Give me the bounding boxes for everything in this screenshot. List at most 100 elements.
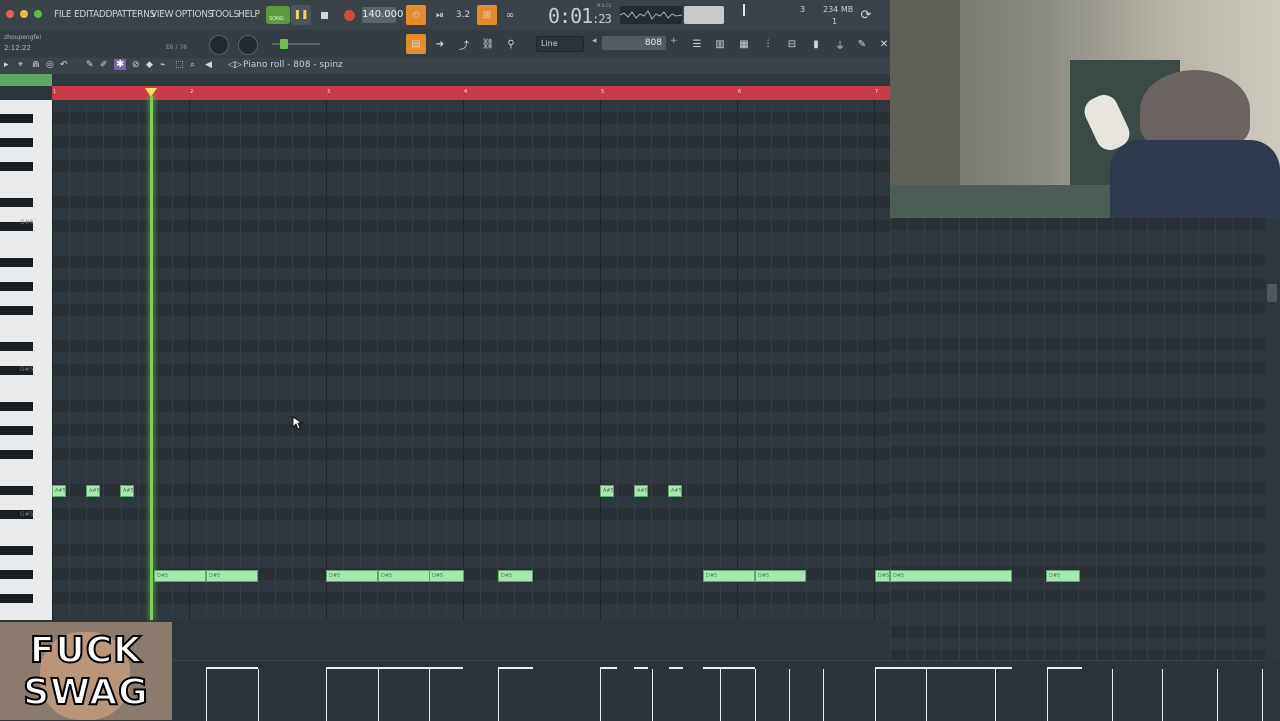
pattern-selector[interactable]: 808 (602, 36, 666, 50)
note[interactable]: A#5 (86, 485, 100, 497)
note-grid[interactable]: A#5 A#5 A#5 A#5 A#5 A#5 D#5 D#5 D#5 D#5 D#5 D#5 D#5 D… (52, 100, 890, 620)
velocity-bar[interactable] (378, 669, 379, 721)
velocity-bar[interactable] (789, 669, 790, 721)
black-key[interactable] (0, 342, 33, 351)
velocity-bar[interactable] (1217, 669, 1218, 721)
paint-drums-tool-icon[interactable]: ✱ (114, 59, 127, 70)
stamp-button[interactable]: ⚲ (501, 34, 521, 54)
note[interactable]: A#5 (634, 485, 648, 497)
menu-help[interactable]: HELP (238, 9, 260, 20)
note[interactable]: A#5 (668, 485, 682, 497)
wait-for-input-button[interactable]: ⏯ (430, 5, 450, 25)
master-slider-handle[interactable] (280, 39, 288, 49)
countdown-button[interactable]: 3.2 (453, 5, 473, 25)
black-key[interactable] (0, 198, 33, 207)
velocity-bar[interactable] (1162, 669, 1163, 721)
velocity-bar[interactable] (823, 669, 824, 721)
playback-tool-icon[interactable]: ◀ (205, 60, 212, 70)
metronome-button[interactable]: ⏲ (406, 5, 426, 25)
black-key[interactable] (0, 570, 33, 579)
black-key[interactable] (0, 402, 33, 411)
note[interactable]: D#5 (154, 570, 206, 582)
piano-roll-button[interactable]: ▦ (734, 34, 754, 54)
note[interactable]: D#5 (378, 570, 430, 582)
black-key[interactable] (0, 486, 33, 495)
black-key[interactable] (0, 258, 33, 267)
velocity-bar[interactable] (652, 669, 653, 721)
undo-icon[interactable]: ↶ (60, 60, 68, 70)
draw-tool-icon[interactable]: ✎ (86, 60, 94, 70)
song-mode-toggle[interactable]: SONG (266, 6, 290, 24)
timeline-ruler[interactable]: 1 2 3 4 5 6 7 (52, 86, 890, 101)
record-button[interactable] (339, 5, 359, 25)
speaker-icon[interactable]: ◁▷ (228, 60, 242, 70)
note-grid-extension[interactable]: D#5 D#5 (890, 218, 1265, 660)
menu-tools[interactable]: TOOLS (210, 9, 239, 20)
snap-select[interactable]: Line (536, 36, 584, 52)
playhead[interactable] (150, 96, 153, 620)
note[interactable]: D#5 (429, 570, 464, 582)
slice-tool-icon[interactable]: ⌁ (160, 60, 165, 70)
record-settings-icon[interactable]: ◎ (46, 60, 54, 70)
menu-patterns[interactable]: PATTERNS (112, 9, 155, 20)
select-tool-icon[interactable]: ⬚ (175, 60, 184, 70)
menu-add[interactable]: ADD (93, 9, 112, 20)
delete-tool-icon[interactable]: ⊘ (132, 60, 140, 70)
black-key[interactable] (0, 138, 33, 147)
velocity-bar[interactable] (600, 669, 601, 721)
plug-button[interactable]: ⏚ (830, 34, 850, 54)
arrow-forward-button[interactable]: ➜ (430, 34, 450, 54)
plugin-picker-button[interactable]: ▮ (806, 34, 826, 54)
velocity-bar[interactable] (429, 669, 430, 721)
piano-keyboard[interactable] (0, 100, 52, 620)
paint-tool-icon[interactable]: ✐ (100, 60, 108, 70)
note[interactable]: D#5 (1046, 570, 1080, 582)
velocity-lane[interactable] (172, 660, 1265, 721)
pause-button[interactable]: ❚❚ (291, 5, 311, 25)
black-key[interactable] (0, 162, 33, 171)
black-key[interactable] (0, 282, 33, 291)
refresh-button[interactable]: ⟳ (856, 5, 876, 25)
close-window-icon[interactable] (6, 10, 14, 18)
zoom-tool-icon[interactable]: ⌕ (190, 60, 195, 70)
mute-tool-icon[interactable]: ◆ (146, 60, 153, 70)
menu-view[interactable]: VIEW (151, 9, 173, 20)
note[interactable]: D#5 (875, 570, 890, 582)
velocity-bar[interactable] (1112, 669, 1113, 721)
velocity-bar[interactable] (755, 669, 756, 721)
velocity-bar[interactable] (326, 669, 327, 721)
blend-recording-button[interactable]: ⊞ (477, 5, 497, 25)
menu-edit[interactable]: EDIT (74, 9, 94, 20)
velocity-bar[interactable] (926, 669, 927, 721)
velocity-bar[interactable] (1047, 669, 1048, 721)
velocity-bar[interactable] (995, 669, 996, 721)
velocity-bar[interactable] (258, 669, 259, 721)
velocity-bar[interactable] (206, 669, 207, 721)
stop-button[interactable] (314, 5, 334, 25)
master-pitch-knob[interactable] (238, 35, 258, 55)
note[interactable]: D#5 (498, 570, 533, 582)
note[interactable]: A#5 (600, 485, 614, 497)
black-key[interactable] (0, 306, 33, 315)
note[interactable]: D#5 (755, 570, 806, 582)
magnet-icon[interactable]: ⌖ (18, 60, 23, 70)
playlist-view-button[interactable]: ☰ (687, 34, 707, 54)
velocity-bar[interactable] (875, 669, 876, 721)
minimize-window-icon[interactable] (20, 10, 28, 18)
master-volume-knob[interactable] (209, 35, 229, 55)
note[interactable]: D#5 (703, 570, 755, 582)
black-key[interactable] (0, 426, 33, 435)
menu-file[interactable]: FILE (54, 9, 72, 20)
velocity-bar[interactable] (720, 669, 721, 721)
piano-roll-menu-icon[interactable]: ▸ (4, 60, 9, 70)
black-key[interactable] (0, 450, 33, 459)
pattern-add-icon[interactable]: + (670, 36, 678, 50)
black-key[interactable] (0, 546, 33, 555)
maximize-window-icon[interactable] (34, 10, 42, 18)
slide-tool-button[interactable]: ⤴ (454, 34, 474, 54)
note[interactable]: D#5 (890, 570, 1012, 582)
velocity-bar[interactable] (1262, 669, 1263, 721)
channel-rack-button[interactable]: ▥ (710, 34, 730, 54)
playlist-button[interactable]: ▤ (406, 34, 426, 54)
black-key[interactable] (0, 594, 33, 603)
